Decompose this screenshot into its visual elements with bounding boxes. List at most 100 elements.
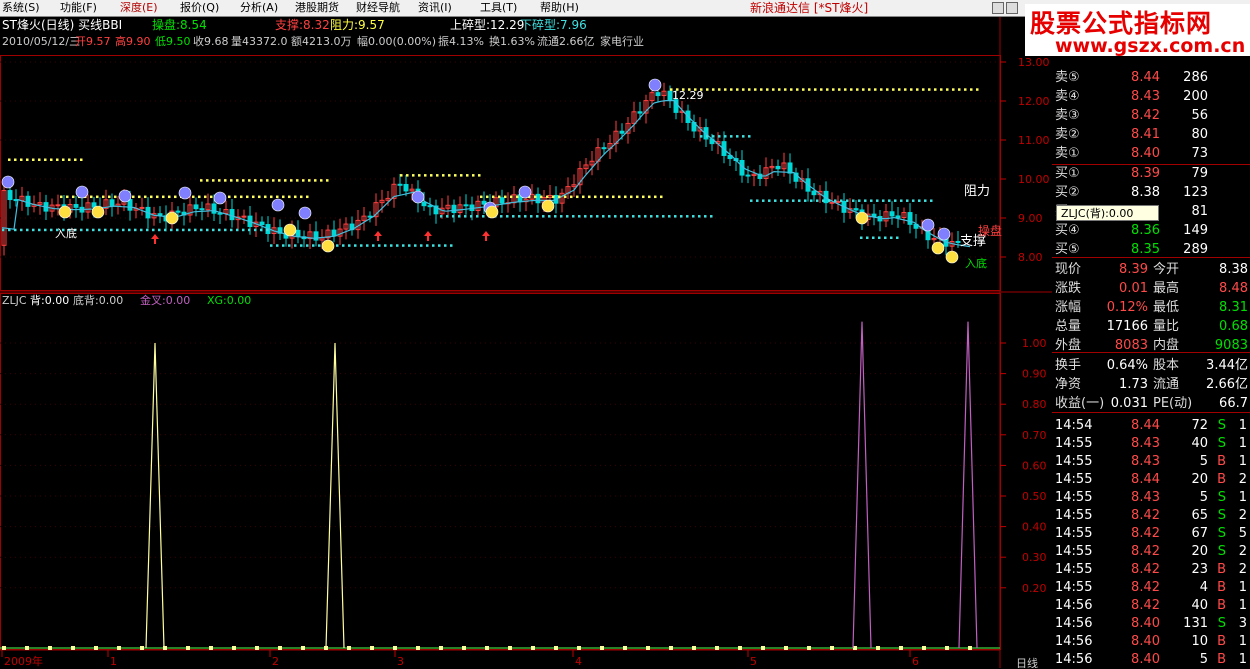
info-open: 开9.57 — [75, 35, 111, 48]
menu-hk-futures[interactable]: 港股期货 — [295, 0, 339, 16]
bid-row: 买① 8.39 79 — [1052, 165, 1250, 183]
signal-face-icon — [1, 175, 15, 189]
resistance-dot — [430, 174, 433, 177]
indicator-dot — [117, 646, 121, 650]
menu-quote[interactable]: 报价(Q) — [180, 0, 219, 16]
menu-tools[interactable]: 工具(T) — [480, 0, 517, 16]
signal-face-icon — [931, 241, 945, 255]
indicator-dot — [2, 646, 6, 650]
resistance-dot — [844, 88, 847, 91]
resistance-dot — [510, 195, 513, 199]
support-dot — [890, 236, 893, 239]
support-dot — [542, 215, 545, 218]
indicator-dot — [278, 646, 282, 650]
time-tick-label: 5 — [750, 655, 757, 668]
rudi-label-right: 入底 — [965, 256, 987, 270]
info-date: 2010/05/12/三 — [2, 35, 80, 48]
support-dot — [860, 236, 863, 239]
quote-panel: 卖⑤ 8.44 286 卖④ 8.43 200 卖③ 8.42 56 卖② 8.41 80 卖① 8.40… — [1052, 17, 1250, 668]
resistance-dot — [862, 88, 865, 91]
signal-face-icon — [298, 206, 312, 220]
support-dot — [840, 199, 843, 202]
menu-function[interactable]: 功能(F) — [60, 0, 97, 16]
candle-body — [895, 215, 901, 219]
resistance-dot — [594, 195, 597, 199]
signal-face-icon — [937, 227, 951, 241]
minimize-icon[interactable] — [992, 2, 1004, 14]
time-tick-label: 1 — [110, 655, 117, 668]
finance-label: 净资 — [1055, 377, 1082, 392]
resistance-dot — [516, 195, 519, 199]
tick-count: 5 — [1238, 526, 1247, 541]
support-dot — [578, 215, 581, 218]
indicator-name: ZLJC — [2, 294, 27, 307]
tick-row: 14:56 8.40 5 B 1 — [1052, 651, 1250, 669]
indicator-dot — [485, 646, 489, 650]
time-tick-label: 3 — [397, 655, 404, 668]
support-dot — [300, 244, 303, 247]
candle-body — [109, 199, 115, 207]
resistance-dot — [486, 195, 489, 199]
stat-label: 涨跌 — [1055, 281, 1082, 296]
support-dot — [372, 244, 375, 247]
support-dot — [554, 215, 557, 218]
resistance-dot — [198, 195, 201, 199]
finance-row: 净资 1.73 流通 2.66亿 — [1052, 376, 1250, 394]
support-dot — [822, 199, 825, 202]
tick-row: 14:55 8.42 65 S 2 — [1052, 507, 1250, 525]
stat-value: 17166 — [1106, 319, 1148, 334]
resistance-dot — [258, 195, 261, 199]
menu-depth[interactable]: 深度(E) — [120, 0, 158, 16]
indicator-tick-label: 0.80 — [1022, 398, 1047, 411]
menu-analysis[interactable]: 分析(A) — [240, 0, 278, 16]
resistance-dot — [504, 195, 507, 199]
stat-value: 0.12% — [1106, 300, 1148, 315]
ask-row: 卖④ 8.43 200 — [1052, 88, 1250, 106]
resistance-dot — [742, 88, 745, 91]
bid-label: 买② — [1055, 185, 1080, 200]
time-tick-label: 2 — [272, 655, 279, 668]
candle-body — [175, 210, 181, 213]
tick-row: 14:55 8.43 5 B 1 — [1052, 453, 1250, 471]
support-dot — [608, 215, 611, 218]
menu-finance-nav[interactable]: 财经导航 — [356, 0, 400, 16]
bbi-line — [1, 100, 971, 248]
signal-face-icon — [75, 185, 89, 199]
resistance-dot — [168, 195, 171, 199]
maximize-icon[interactable] — [1006, 2, 1018, 14]
indicator-tick-label: 0.60 — [1022, 459, 1047, 472]
stat-label-2: 今开 — [1153, 262, 1180, 277]
tick-direction: B — [1217, 472, 1226, 487]
indicator-dot — [140, 646, 144, 650]
menu-info[interactable]: 资讯(I) — [418, 0, 452, 16]
price-tick-label: 11.00 — [1018, 134, 1050, 147]
resistance-dot — [224, 179, 227, 182]
price-tick-label: 8.00 — [1018, 251, 1043, 264]
resistance-dot — [838, 88, 841, 91]
finance-value: 0.031 — [1110, 396, 1148, 411]
logo-url: www.gszx.com.cn — [1055, 35, 1246, 57]
period-label[interactable]: 日线 — [1016, 656, 1038, 668]
menu-help[interactable]: 帮助(H) — [540, 0, 579, 16]
chart-area[interactable]: ST烽火(日线) 买线BBI 操盘:8.54 支撑:8.32 阻力:9.57 上… — [0, 17, 1052, 668]
support-dot — [872, 236, 875, 239]
bid-label: 买① — [1055, 166, 1080, 181]
ask-price: 8.41 — [1131, 127, 1160, 142]
tick-count: 1 — [1238, 436, 1247, 451]
signal-face-icon — [485, 205, 499, 219]
support-dot — [170, 228, 173, 232]
indicator-series — [0, 321, 1000, 650]
tick-time: 14:55 — [1055, 436, 1093, 451]
support-dot — [692, 215, 695, 218]
menu-system[interactable]: 系统(S) — [2, 0, 40, 16]
tick-count: 1 — [1238, 580, 1247, 595]
support-dot — [674, 215, 677, 218]
support-dot — [500, 215, 503, 218]
finance-label: 换手 — [1055, 358, 1082, 373]
support-dot — [408, 244, 411, 247]
tick-count: 1 — [1238, 454, 1247, 469]
tick-volume: 5 — [1199, 490, 1208, 505]
window-title: 新浪通达信 [*ST烽火] — [750, 0, 868, 16]
tick-direction: S — [1217, 508, 1226, 523]
resistance-dot — [552, 195, 555, 199]
